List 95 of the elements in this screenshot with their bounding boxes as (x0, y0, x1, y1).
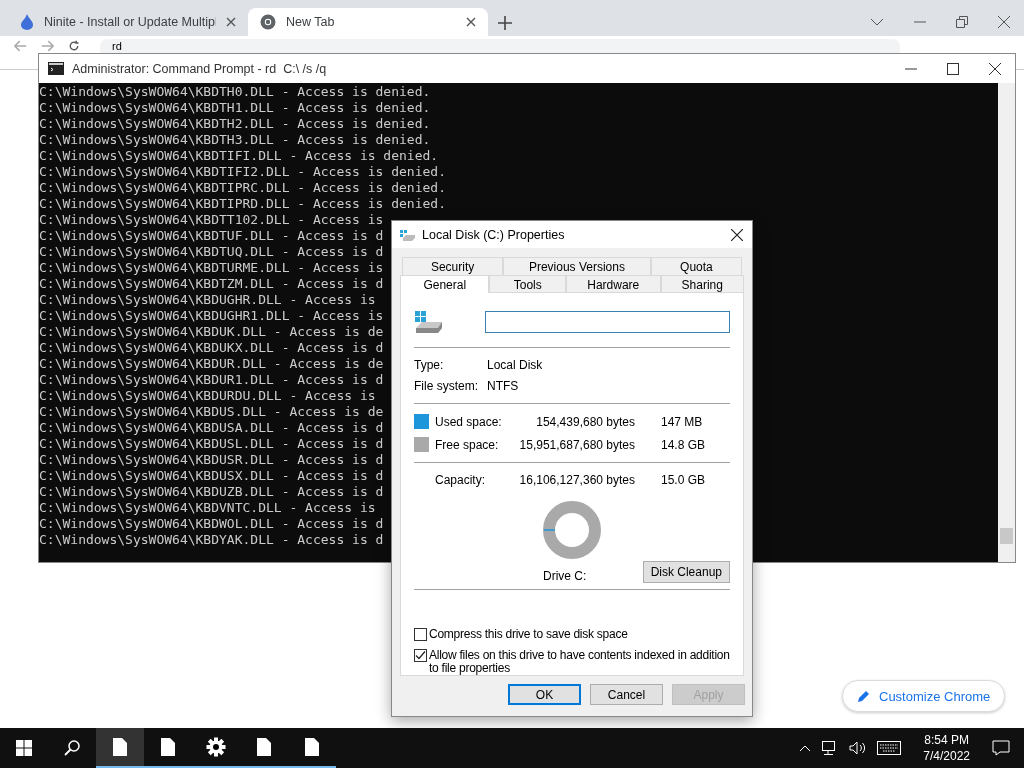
document-icon[interactable] (256, 737, 272, 757)
scrollbar[interactable] (998, 83, 1015, 562)
console-line: C:\Windows\SysWOW64\KBDUKX.DLL - Access is d (39, 340, 384, 356)
console-icon (48, 62, 64, 75)
address-bar[interactable]: rd (100, 39, 900, 53)
dialog-button[interactable]: OK (508, 684, 581, 705)
console-line: C:\Windows\SysWOW64\KBDURDU.DLL - Access is (39, 388, 376, 404)
close-icon[interactable] (731, 228, 743, 241)
byte-count: 16,106,127,360 bytes (518, 473, 635, 487)
console-line: C:\Windows\SysWOW64\KBDUR.DLL - Access is de (39, 356, 384, 372)
console-line: C:\Windows\SysWOW64\KBDTIPRD.DLL - Access is denied. (39, 196, 446, 212)
checkbox-label[interactable]: Allow files on this drive to have contents indexed in addition to file properties (429, 649, 730, 675)
console-line: C:\Windows\SysWOW64\KBDUR1.DLL - Access is d (39, 372, 384, 388)
pencil-icon (857, 689, 871, 703)
close-icon[interactable] (466, 17, 476, 27)
field-value: Local Disk (487, 358, 544, 372)
console-line: C:\Windows\SysWOW64\KBDTT102.DLL - Access is (39, 212, 384, 228)
chevron-down-icon[interactable] (870, 18, 884, 26)
chevron-up-icon[interactable] (799, 744, 812, 752)
windows-start-icon[interactable] (16, 740, 32, 756)
notification-icon[interactable] (992, 740, 1010, 756)
gear-icon[interactable] (206, 737, 226, 757)
maximize-icon[interactable] (947, 62, 959, 75)
byte-count: 15,951,687,680 bytes (518, 437, 635, 452)
console-line: C:\Windows\SysWOW64\KBDTH1.DLL - Access is denied. (39, 100, 431, 116)
drive-label: Drive C: (543, 569, 587, 583)
checkbox-label[interactable]: Compress this drive to save disk space (429, 628, 628, 641)
reload-icon[interactable] (68, 40, 80, 52)
console-line: C:\Windows\SysWOW64\KBDTZM.DLL - Access is d (39, 276, 384, 292)
space-label: Free space: (435, 437, 500, 452)
console-line: C:\Windows\SysWOW64\KBDUSA.DLL - Access is d (39, 420, 384, 436)
time-text: 8:54 PM (924, 732, 969, 748)
dialog-button[interactable]: Cancel (590, 684, 663, 705)
console-line: C:\Windows\SysWOW64\KBDTURME.DLL - Access is (39, 260, 384, 276)
dialog-tab[interactable]: General (400, 275, 490, 293)
date-text: 7/4/2022 (923, 748, 970, 764)
restore-icon[interactable] (956, 16, 968, 28)
clock[interactable]: 8:54 PM 7/4/2022 (923, 732, 970, 764)
checkbox[interactable] (414, 649, 427, 662)
browser-tab[interactable]: New Tab (248, 8, 488, 36)
volume-icon[interactable] (849, 740, 868, 756)
console-line: C:\Windows\SysWOW64\KBDUSL.DLL - Access is d (39, 436, 384, 452)
dialog-tab[interactable]: Security (402, 257, 504, 275)
size-value: 15.0 GB (660, 473, 707, 487)
console-line: C:\Windows\SysWOW64\KBDTIFI2.DLL - Access is denied. (39, 164, 446, 180)
field-label: Type: (414, 358, 445, 372)
disk-usage-donut (543, 501, 601, 559)
dialog-tab[interactable]: Previous Versions (503, 257, 651, 275)
checkbox[interactable] (414, 628, 427, 641)
search-icon[interactable] (64, 740, 80, 756)
keyboard-icon[interactable] (877, 741, 902, 755)
disk-cleanup-button[interactable]: Disk Cleanup (642, 561, 730, 583)
console-line: C:\Windows\SysWOW64\KBDTIPRC.DLL - Access is denied. (39, 180, 446, 196)
console-line: C:\Windows\SysWOW64\KBDWOL.DLL - Access is d (39, 516, 384, 532)
console-line: C:\Windows\SysWOW64\KBDUZB.DLL - Access is d (39, 484, 384, 500)
size-value: 14.8 GB (660, 437, 707, 452)
document-icon[interactable] (160, 737, 176, 757)
console-line: C:\Windows\SysWOW64\KBDUGHR1.DLL - Access is (39, 308, 384, 324)
dialog-title: Local Disk (C:) Properties (422, 227, 565, 242)
field-label: File system: (414, 379, 479, 393)
browser-tab[interactable]: Ninite - Install or Update Multipl (8, 8, 248, 36)
document-icon[interactable] (112, 737, 128, 757)
dialog-tab[interactable]: Quota (650, 257, 742, 275)
console-line: C:\Windows\SysWOW64\KBDUK.DLL - Access is de (39, 324, 384, 340)
byte-count: 154,439,680 bytes (535, 414, 635, 429)
field-value: NTFS (487, 379, 520, 393)
taskbar-app[interactable] (96, 728, 144, 768)
console-line: C:\Windows\SysWOW64\KBDUSR.DLL - Access is d (39, 452, 384, 468)
console-line: C:\Windows\SysWOW64\KBDTUF.DLL - Access is d (39, 228, 384, 244)
console-line: C:\Windows\SysWOW64\KBDTH2.DLL - Access is denied. (39, 116, 431, 132)
console-line: C:\Windows\SysWOW64\KBDTH0.DLL - Access is denied. (39, 84, 431, 100)
new-tab-icon[interactable] (498, 16, 512, 30)
dialog-tab[interactable]: Sharing (660, 275, 744, 293)
space-label: Used space: (435, 414, 503, 429)
dialog-tab[interactable]: Tools (489, 275, 567, 293)
window-title: Administrator: Command Prompt - rd C:\ /s /q (72, 61, 327, 76)
customize-chrome-button[interactable]: Customize Chrome (842, 680, 1006, 712)
console-line: C:\Windows\SysWOW64\KBDUSX.DLL - Access is d (39, 468, 384, 484)
size-value: 147 MB (660, 414, 704, 429)
console-line: C:\Windows\SysWOW64\KBDVNTC.DLL - Access is (39, 500, 376, 516)
drive-icon (400, 228, 416, 241)
name-field[interactable] (485, 311, 730, 333)
minimize-icon[interactable] (905, 67, 917, 70)
console-line: C:\Windows\SysWOW64\KBDUGHR.DLL - Access is (39, 292, 376, 308)
capacity-label: Capacity: (435, 473, 487, 487)
console-line: C:\Windows\SysWOW64\KBDYAK.DLL - Access is d (39, 532, 384, 548)
console-line: C:\Windows\SysWOW64\KBDTUQ.DLL - Access is d (39, 244, 384, 260)
dialog-tab[interactable]: Hardware (566, 275, 661, 293)
console-line: C:\Windows\SysWOW64\KBDUS.DLL - Access is de (39, 404, 384, 420)
console-line: C:\Windows\SysWOW64\KBDTH3.DLL - Access is denied. (39, 132, 431, 148)
close-icon[interactable] (989, 62, 1001, 75)
console-line: C:\Windows\SysWOW64\KBDTIFI.DLL - Access is denied. (39, 148, 439, 164)
drive-icon (414, 309, 444, 335)
chrome-icon (260, 14, 276, 30)
document-icon[interactable] (304, 737, 320, 757)
